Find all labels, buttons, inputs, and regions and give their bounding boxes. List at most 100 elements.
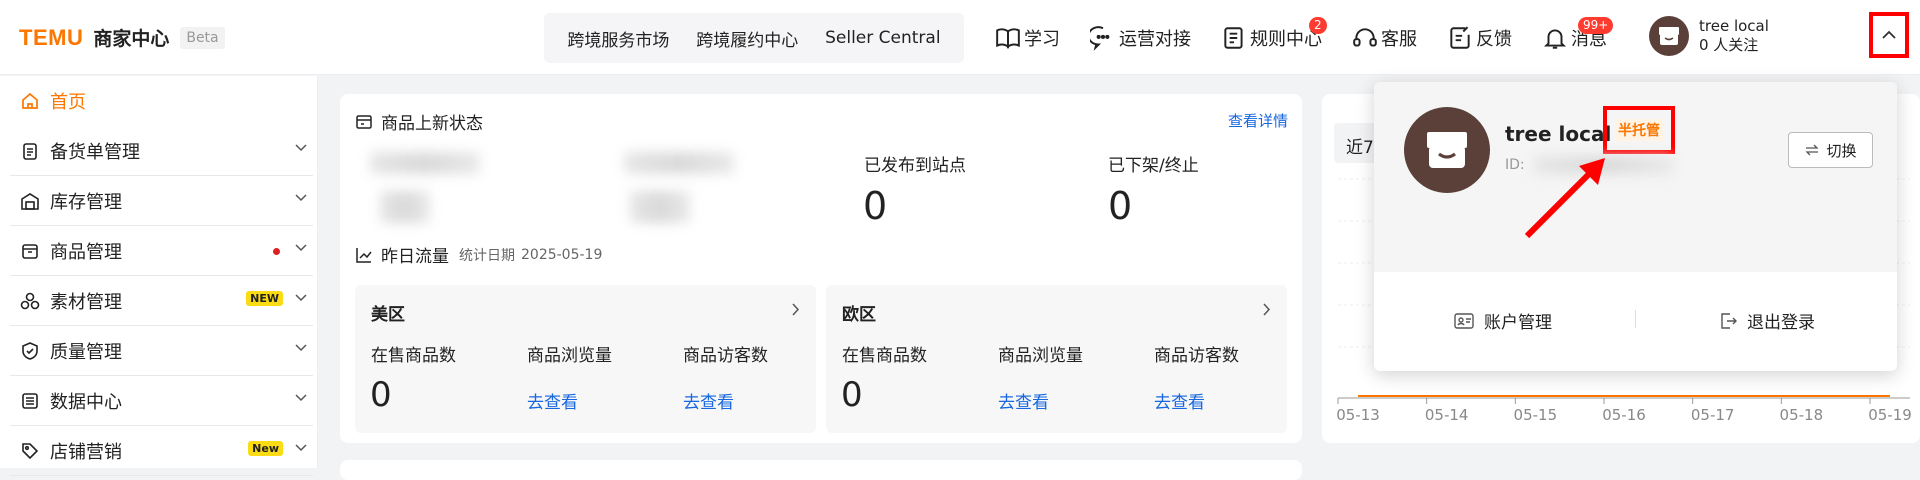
chevron-down-icon <box>295 244 307 252</box>
top-header: TEMU 商家中心 Beta 跨境服务市场 跨境履约中心 Seller Cent… <box>0 0 1920 75</box>
sidebar-item-quality[interactable]: 质量管理 <box>10 326 313 376</box>
published-label: 已发布到站点 <box>864 156 966 176</box>
service-link-seller-central[interactable]: Seller Central <box>825 28 940 48</box>
x-tick-label: 05-16 <box>1602 406 1646 424</box>
blurred-stat-label <box>370 152 480 174</box>
nav-service-label: 客服 <box>1381 28 1417 50</box>
sidebar-item-data[interactable]: 数据中心 <box>10 376 313 426</box>
shield-icon <box>22 341 38 360</box>
delisted-value: 0 <box>1108 184 1133 228</box>
sidebar-item-label: 素材管理 <box>50 291 122 313</box>
id-card-icon <box>1454 312 1474 329</box>
chevron-down-icon <box>295 194 307 202</box>
account-management-label: 账户管理 <box>1484 313 1552 333</box>
chevron-down-icon <box>295 144 307 152</box>
sidebar-item-label: 商品管理 <box>50 241 122 263</box>
blurred-stat-value <box>380 191 430 223</box>
document-icon <box>1224 26 1243 49</box>
sidebar-item-home[interactable]: 首页 <box>10 76 313 126</box>
region-name: 欧区 <box>842 305 876 325</box>
sidebar-item-orders[interactable]: 备货单管理 <box>10 126 313 176</box>
sidebar-item-label: 数据中心 <box>50 391 122 413</box>
chevron-right-icon[interactable] <box>792 303 800 316</box>
user-name: tree local <box>1699 17 1769 35</box>
traffic-date-label: 统计日期 <box>459 247 515 264</box>
hosting-type-tag: 半托管 <box>1615 119 1663 141</box>
chevron-down-icon <box>295 344 307 352</box>
nav-rules[interactable]: 规则中心 2 <box>1221 16 1327 51</box>
nav-learn-label: 学习 <box>1024 28 1060 50</box>
sidebar-item-materials[interactable]: 素材管理 NEW <box>10 276 313 326</box>
sidebar-item-marketing[interactable]: 店铺营销 New <box>10 426 313 476</box>
traffic-date: 2025-05-19 <box>521 246 603 263</box>
chevron-right-icon[interactable] <box>1263 303 1271 316</box>
on-sale-label: 在售商品数 <box>842 346 927 366</box>
rules-badge: 2 <box>1309 16 1327 34</box>
on-sale-label: 在售商品数 <box>371 346 456 366</box>
chat-icon <box>1090 25 1110 51</box>
service-link-fulfillment[interactable]: 跨境履约中心 <box>696 26 798 51</box>
sidebar-item-label: 首页 <box>50 92 86 113</box>
popup-user-name: tree local <box>1505 122 1612 146</box>
region-card-eu: 欧区 在售商品数 商品浏览量 商品访客数 0 去查看 去查看 <box>826 285 1287 433</box>
nav-operations[interactable]: 运营对接 <box>1090 25 1191 51</box>
published-value: 0 <box>863 184 888 228</box>
views-link[interactable]: 去查看 <box>998 388 1049 413</box>
nav-operations-label: 运营对接 <box>1119 28 1191 50</box>
user-dropdown-popup: tree local 半托管 ID: 切换 账户管理 退出登录 <box>1374 82 1897 371</box>
feedback-icon <box>1450 25 1470 49</box>
sidebar-item-label: 店铺营销 <box>50 441 122 463</box>
nav-service[interactable]: 客服 <box>1352 25 1417 51</box>
switch-account-button[interactable]: 切换 <box>1788 132 1873 168</box>
user-follow-count: 0 人关注 <box>1699 36 1759 54</box>
blurred-stat-label <box>624 152 734 174</box>
visitors-link[interactable]: 去查看 <box>683 388 734 413</box>
home-icon <box>22 92 38 109</box>
chevron-down-icon <box>295 444 307 452</box>
warehouse-icon <box>21 192 39 210</box>
material-icon <box>20 292 40 309</box>
user-menu[interactable]: tree local 0 人关注 <box>1649 16 1769 56</box>
views-link[interactable]: 去查看 <box>527 388 578 413</box>
store-icon <box>1659 27 1679 45</box>
view-details-link[interactable]: 查看详情 <box>1228 110 1288 131</box>
sidebar-item-products[interactable]: 商品管理 <box>10 226 313 276</box>
product-icon <box>22 243 38 259</box>
service-link-market[interactable]: 跨境服务市场 <box>567 26 669 51</box>
tag-icon <box>22 442 39 459</box>
clipboard-icon <box>23 142 37 160</box>
collapse-menu-button[interactable] <box>1869 12 1909 58</box>
visitors-link[interactable]: 去查看 <box>1154 388 1205 413</box>
annotation-arrow <box>1524 158 1605 239</box>
divider <box>1635 310 1636 328</box>
sidebar-item-label: 备货单管理 <box>50 141 140 163</box>
delisted-label: 已下架/终止 <box>1108 156 1199 176</box>
annotation-highlight-box: 半托管 <box>1603 106 1675 154</box>
account-management-link[interactable]: 账户管理 <box>1454 308 1552 333</box>
product-status-title: 商品上新状态 <box>381 114 483 134</box>
sidebar-item-label: 库存管理 <box>50 191 122 213</box>
x-tick-label: 05-15 <box>1514 406 1558 424</box>
sidebar: 首页 备货单管理 库存管理 商品管理 素材管理 NEW 质量管理 数据中心 店铺… <box>0 76 318 476</box>
avatar <box>1649 16 1689 56</box>
nav-learn[interactable]: 学习 <box>995 25 1060 51</box>
new-badge: New <box>248 441 283 456</box>
logout-link[interactable]: 退出登录 <box>1719 308 1815 333</box>
nav-feedback[interactable]: 反馈 <box>1447 25 1512 51</box>
chevron-up-icon <box>1882 30 1896 39</box>
sidebar-item-inventory[interactable]: 库存管理 <box>10 176 313 226</box>
x-tick-label: 05-18 <box>1780 406 1824 424</box>
headset-icon <box>1353 27 1377 47</box>
trend-icon <box>356 247 372 263</box>
traffic-title: 昨日流量 <box>381 247 449 267</box>
service-links: 跨境服务市场 跨境履约中心 Seller Central <box>544 13 964 63</box>
region-card-us: 美区 在售商品数 商品浏览量 商品访客数 0 去查看 去查看 <box>355 285 816 433</box>
chevron-down-icon <box>295 294 307 302</box>
chevron-down-icon <box>295 394 307 402</box>
nav-messages[interactable]: 消息 99+ <box>1542 16 1614 51</box>
switch-icon <box>1805 144 1820 156</box>
visitors-label: 商品访客数 <box>1154 346 1239 366</box>
header-nav: 学习 运营对接 规则中心 2 客服 反馈 消息 99+ <box>995 0 1614 75</box>
nav-feedback-label: 反馈 <box>1476 28 1512 50</box>
logo[interactable]: TEMU 商家中心 Beta <box>19 24 225 51</box>
